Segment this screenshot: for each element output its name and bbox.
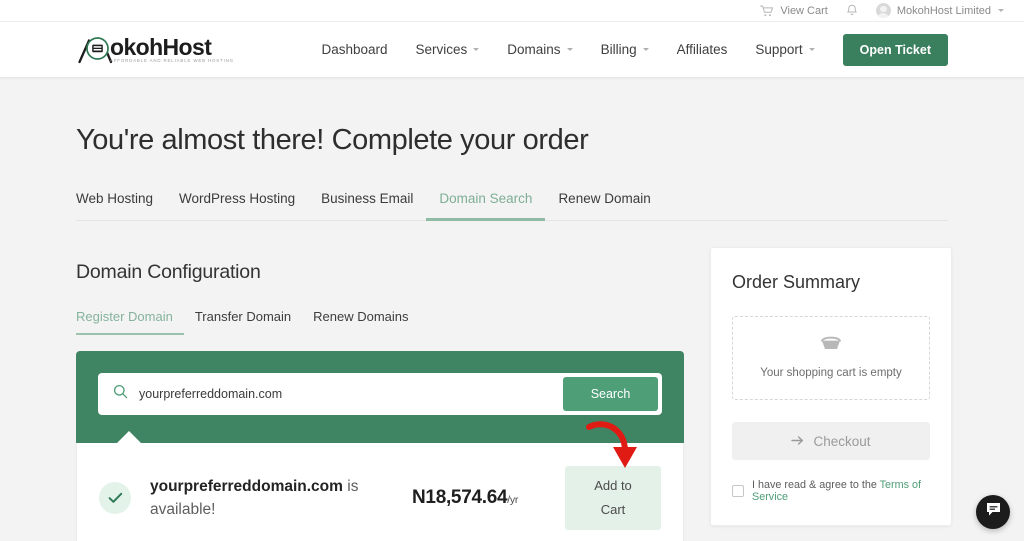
order-summary-title: Order Summary bbox=[732, 272, 861, 292]
nav-item-label: Services bbox=[415, 42, 468, 57]
tab-domain-search[interactable]: Domain Search bbox=[426, 187, 546, 221]
check-circle-icon bbox=[99, 481, 131, 514]
add-to-cart-label-line2: Cart bbox=[600, 501, 626, 517]
main-navbar: okohHost AFFORDABLE AND RELIABLE WEB HOS… bbox=[0, 22, 1024, 78]
chevron-down-icon bbox=[642, 48, 649, 51]
subtab-register-domain[interactable]: Register Domain bbox=[76, 306, 184, 335]
nav-item-label: Dashboard bbox=[321, 42, 388, 57]
chat-bubble-icon bbox=[985, 501, 1002, 523]
open-ticket-button[interactable]: Open Ticket bbox=[842, 33, 948, 66]
mokohhost-logo-icon bbox=[78, 35, 113, 65]
domain-availability-text: yourpreferreddomain.com is available! bbox=[150, 475, 382, 521]
subtab-transfer-domain[interactable]: Transfer Domain bbox=[184, 306, 302, 335]
tab-web-hosting[interactable]: Web Hosting bbox=[76, 187, 166, 221]
empty-cart-icon bbox=[820, 336, 842, 357]
order-summary-card: Order Summary Your shopping cart is empt… bbox=[710, 247, 952, 526]
nav-item-label: Domains bbox=[507, 42, 561, 57]
chevron-down-icon bbox=[473, 48, 480, 51]
terms-of-service-prefix: I have read & agree to the bbox=[752, 479, 880, 491]
account-name: MokohHost Limited bbox=[896, 4, 991, 17]
shopping-cart-icon bbox=[760, 5, 774, 17]
top-utility-bar: View Cart MokohHost Limited bbox=[0, 0, 1024, 22]
terms-of-service-row: I have read & agree to the Terms of Serv… bbox=[732, 479, 930, 503]
domain-search-bar: Search bbox=[98, 373, 662, 415]
nav-item-label: Billing bbox=[600, 42, 637, 57]
price-amount: N18,574.64 bbox=[412, 486, 508, 508]
domain-result-card: yourpreferreddomain.com is available! N1… bbox=[76, 421, 684, 541]
content-columns: Domain Configuration Register Domain Tra… bbox=[76, 247, 952, 541]
tab-business-email[interactable]: Business Email bbox=[308, 187, 426, 221]
empty-cart-box: Your shopping cart is empty bbox=[732, 316, 930, 400]
section-title: Domain Configuration bbox=[76, 261, 261, 283]
brand-logo[interactable]: okohHost AFFORDABLE AND RELIABLE WEB HOS… bbox=[78, 35, 234, 65]
brand-name: okohHost bbox=[110, 33, 212, 60]
checkout-label: Checkout bbox=[813, 433, 871, 449]
nav-item-label: Affiliates bbox=[676, 42, 728, 57]
nav-item-domains[interactable]: Domains bbox=[493, 34, 586, 65]
domain-search-input[interactable] bbox=[139, 373, 563, 415]
price-period: /yr bbox=[507, 493, 519, 506]
nav-item-billing[interactable]: Billing bbox=[587, 34, 663, 65]
checkout-button[interactable]: Checkout bbox=[732, 422, 930, 460]
nav-item-services[interactable]: Services bbox=[402, 34, 494, 65]
page-content: You're almost there! Complete your order… bbox=[0, 78, 1024, 541]
add-to-cart-label-line1: Add to bbox=[594, 477, 632, 493]
tab-renew-domain[interactable]: Renew Domain bbox=[545, 187, 663, 221]
notifications-button[interactable] bbox=[846, 4, 858, 17]
product-tabs: Web Hosting WordPress Hosting Business E… bbox=[76, 187, 948, 221]
chevron-down-icon bbox=[566, 48, 573, 51]
add-to-cart-button[interactable]: Add to Cart bbox=[565, 465, 661, 530]
nav-item-dashboard[interactable]: Dashboard bbox=[307, 34, 401, 65]
domain-price: N18,574.64/yr bbox=[412, 487, 518, 509]
domain-configuration-panel: Domain Configuration Register Domain Tra… bbox=[76, 261, 684, 541]
order-summary-panel: Order Summary Your shopping cart is empt… bbox=[710, 247, 952, 526]
result-domain-name: yourpreferreddomain.com bbox=[150, 477, 343, 495]
domain-search-button[interactable]: Search bbox=[563, 377, 658, 411]
chevron-down-icon bbox=[808, 48, 815, 51]
domain-subtabs: Register Domain Transfer Domain Renew Do… bbox=[76, 306, 684, 335]
bell-icon bbox=[846, 4, 858, 17]
domain-search-panel: Search bbox=[76, 351, 684, 444]
tab-wordpress-hosting[interactable]: WordPress Hosting bbox=[166, 187, 308, 221]
view-cart-label: View Cart bbox=[780, 4, 828, 17]
terms-of-service-checkbox[interactable] bbox=[732, 485, 744, 497]
empty-cart-text: Your shopping cart is empty bbox=[760, 367, 902, 379]
subtab-renew-domains[interactable]: Renew Domains bbox=[302, 306, 419, 335]
brand-text: okohHost AFFORDABLE AND RELIABLE WEB HOS… bbox=[110, 33, 234, 64]
arrow-right-icon bbox=[791, 434, 804, 449]
nav-item-affiliates[interactable]: Affiliates bbox=[663, 34, 742, 65]
avatar bbox=[875, 3, 891, 18]
chat-widget-button[interactable] bbox=[976, 495, 1010, 529]
terms-of-service-label: I have read & agree to the Terms of Serv… bbox=[752, 479, 930, 503]
account-menu[interactable]: MokohHost Limited bbox=[875, 3, 1004, 18]
chevron-down-icon bbox=[998, 9, 1004, 12]
search-icon bbox=[113, 384, 128, 404]
page-title: You're almost there! Complete your order bbox=[76, 124, 589, 156]
page-root: View Cart MokohHost Limited okohHost AFF… bbox=[0, 0, 1024, 541]
nav-item-label: Support bbox=[755, 42, 803, 57]
brand-tagline: AFFORDABLE AND RELIABLE WEB HOSTING bbox=[110, 57, 234, 63]
view-cart-link[interactable]: View Cart bbox=[760, 4, 828, 17]
nav-links: Dashboard Services Domains Billing Affil… bbox=[307, 33, 948, 66]
nav-item-support[interactable]: Support bbox=[741, 34, 828, 65]
